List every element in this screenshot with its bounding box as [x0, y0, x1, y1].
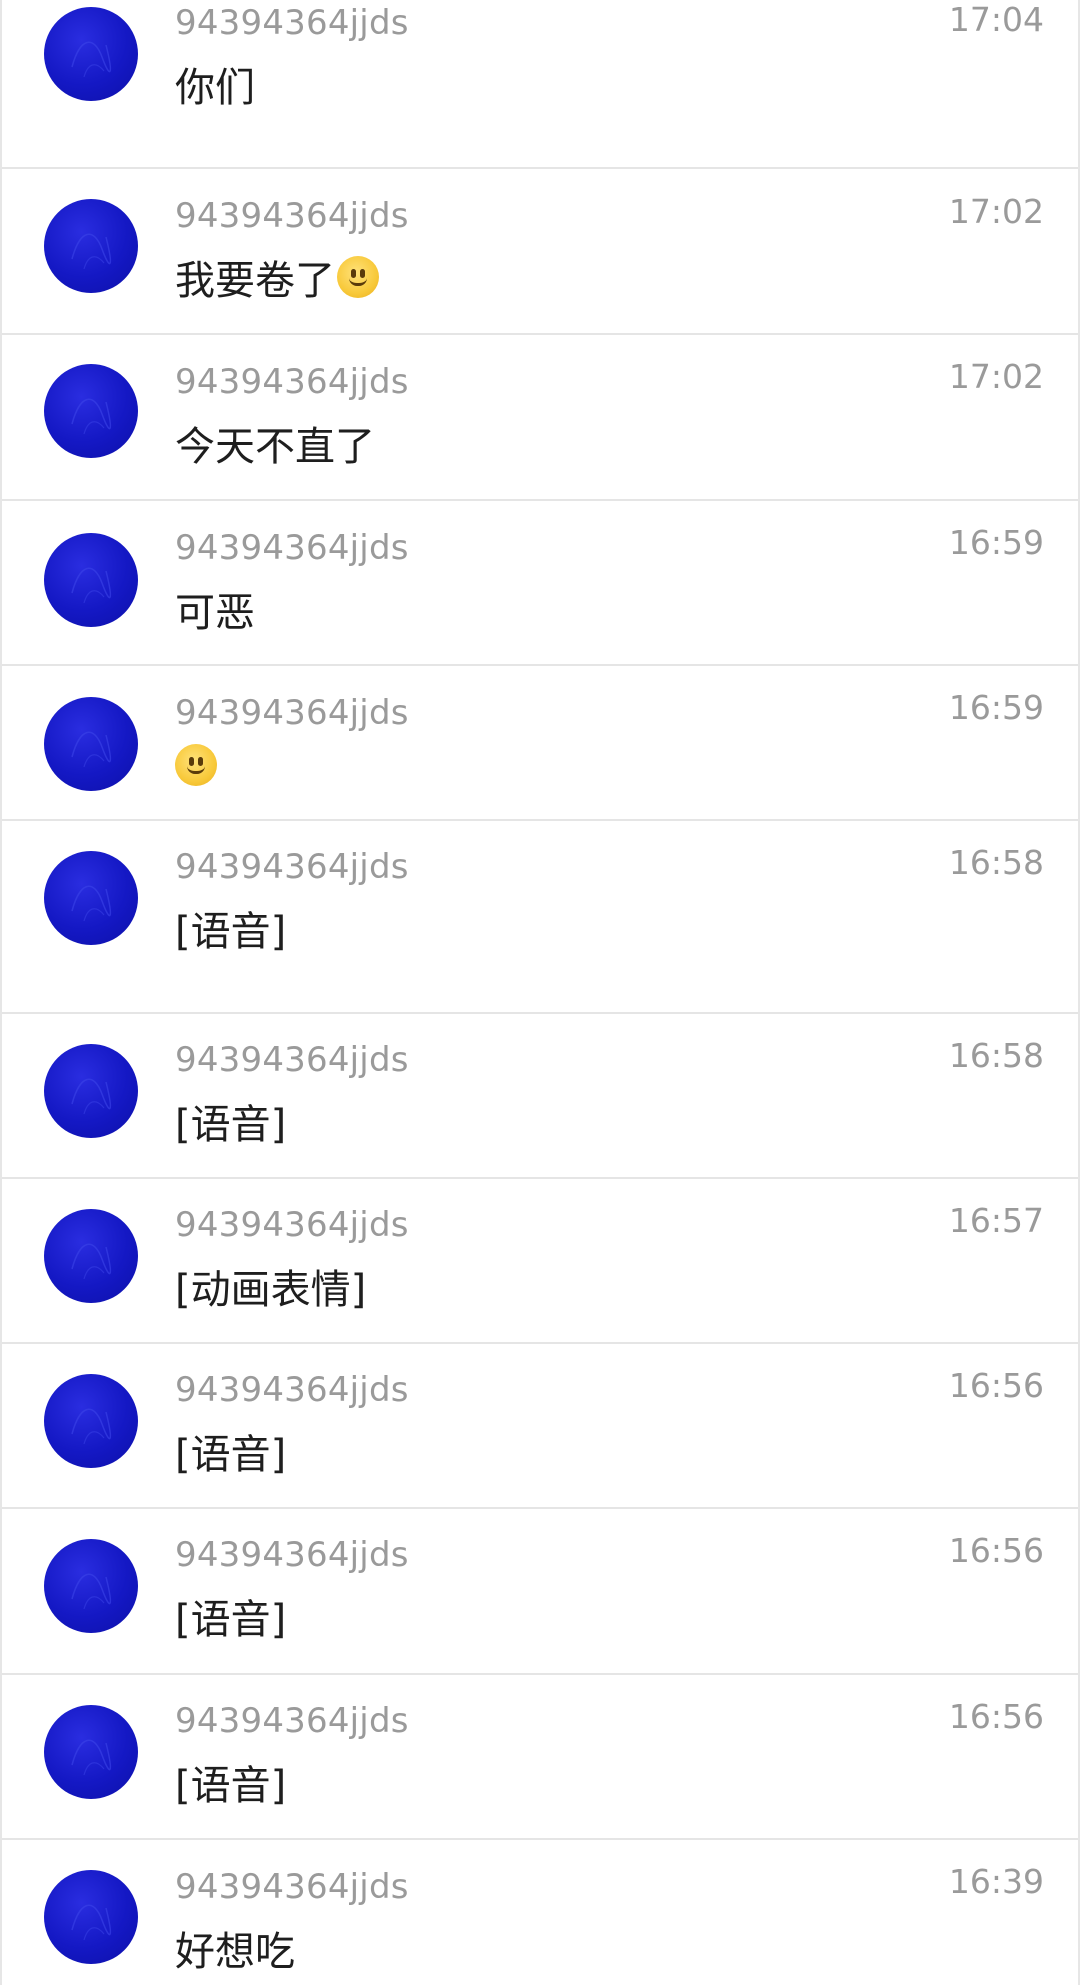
message-time: 17:02 — [948, 192, 1044, 231]
avatar[interactable] — [44, 1044, 138, 1138]
message-preview: 可恶 — [175, 580, 255, 638]
list-item[interactable]: 94394364jjds 16:59 可恶 — [2, 501, 1078, 666]
message-text: [语音] — [175, 909, 287, 955]
message-text: [语音] — [175, 1597, 287, 1643]
message-time: 16:57 — [948, 1201, 1044, 1240]
message-preview: [语音] — [175, 1092, 286, 1150]
message-preview: [语音] — [175, 899, 286, 957]
message-time: 16:56 — [948, 1366, 1044, 1405]
avatar[interactable] — [44, 1705, 138, 1799]
avatar[interactable] — [44, 364, 138, 458]
message-preview: 你们 — [175, 55, 255, 113]
slight-smile-emoji-icon — [337, 256, 379, 298]
message-preview: 好想吃 — [175, 1919, 295, 1977]
sender-name: 94394364jjds — [175, 196, 409, 236]
sender-name: 94394364jjds — [175, 1535, 409, 1575]
message-text: [动画表情] — [175, 1267, 367, 1313]
avatar[interactable] — [44, 851, 138, 945]
list-item[interactable]: 94394364jjds 17:02 我要卷了 — [2, 169, 1078, 335]
avatar[interactable] — [44, 1374, 138, 1468]
message-preview: [动画表情] — [175, 1257, 366, 1315]
message-time: 16:56 — [948, 1697, 1044, 1736]
avatar[interactable] — [44, 7, 138, 101]
sender-name: 94394364jjds — [175, 528, 409, 568]
message-text: 我要卷了 — [175, 258, 335, 304]
list-item[interactable]: 94394364jjds 16:58 [语音] — [2, 1014, 1078, 1179]
message-time: 17:04 — [948, 0, 1044, 39]
message-time: 16:39 — [948, 1862, 1044, 1901]
avatar[interactable] — [44, 199, 138, 293]
slight-smile-emoji-icon — [175, 744, 217, 786]
message-preview: [语音] — [175, 1587, 286, 1645]
sender-name: 94394364jjds — [175, 1040, 409, 1080]
avatar[interactable] — [44, 533, 138, 627]
avatar[interactable] — [44, 1209, 138, 1303]
message-text: [语音] — [175, 1102, 287, 1148]
avatar[interactable] — [44, 697, 138, 791]
list-item[interactable]: 94394364jjds 16:56 [语音] — [2, 1509, 1078, 1675]
list-item[interactable]: 94394364jjds 17:04 你们 — [2, 0, 1078, 169]
list-item[interactable]: 94394364jjds 16:57 [动画表情] — [2, 1179, 1078, 1344]
chat-list: 94394364jjds 17:04 你们 94394364jjds 17:02… — [0, 0, 1080, 1985]
sender-name: 94394364jjds — [175, 847, 409, 887]
message-preview: 今天不直了 — [175, 414, 375, 472]
message-preview: [语音] — [175, 1753, 286, 1811]
message-time: 16:58 — [948, 1036, 1044, 1075]
message-preview: [语音] — [175, 1422, 286, 1480]
message-text: [语音] — [175, 1432, 287, 1478]
message-text: [语音] — [175, 1763, 287, 1809]
message-time: 16:56 — [948, 1531, 1044, 1570]
avatar[interactable] — [44, 1539, 138, 1633]
sender-name: 94394364jjds — [175, 1205, 409, 1245]
list-item[interactable]: 94394364jjds 16:56 [语音] — [2, 1675, 1078, 1840]
sender-name: 94394364jjds — [175, 1867, 409, 1907]
message-time: 17:02 — [948, 357, 1044, 396]
list-item[interactable]: 94394364jjds 16:58 [语音] — [2, 821, 1078, 1014]
message-time: 16:59 — [948, 688, 1044, 727]
sender-name: 94394364jjds — [175, 362, 409, 402]
message-time: 16:58 — [948, 843, 1044, 882]
sender-name: 94394364jjds — [175, 3, 409, 43]
message-preview — [175, 744, 217, 786]
message-text: 可恶 — [175, 590, 255, 636]
sender-name: 94394364jjds — [175, 1370, 409, 1410]
sender-name: 94394364jjds — [175, 1701, 409, 1741]
list-item[interactable]: 94394364jjds 17:02 今天不直了 — [2, 335, 1078, 501]
message-preview: 我要卷了 — [175, 248, 379, 306]
list-item[interactable]: 94394364jjds 16:59 — [2, 666, 1078, 821]
list-item[interactable]: 94394364jjds 16:56 [语音] — [2, 1344, 1078, 1509]
message-text: 好想吃 — [175, 1929, 295, 1975]
message-time: 16:59 — [948, 523, 1044, 562]
message-text: 你们 — [175, 65, 255, 111]
avatar[interactable] — [44, 1870, 138, 1964]
list-item[interactable]: 94394364jjds 16:39 好想吃 — [2, 1840, 1078, 1985]
message-text: 今天不直了 — [175, 424, 375, 470]
sender-name: 94394364jjds — [175, 693, 409, 733]
